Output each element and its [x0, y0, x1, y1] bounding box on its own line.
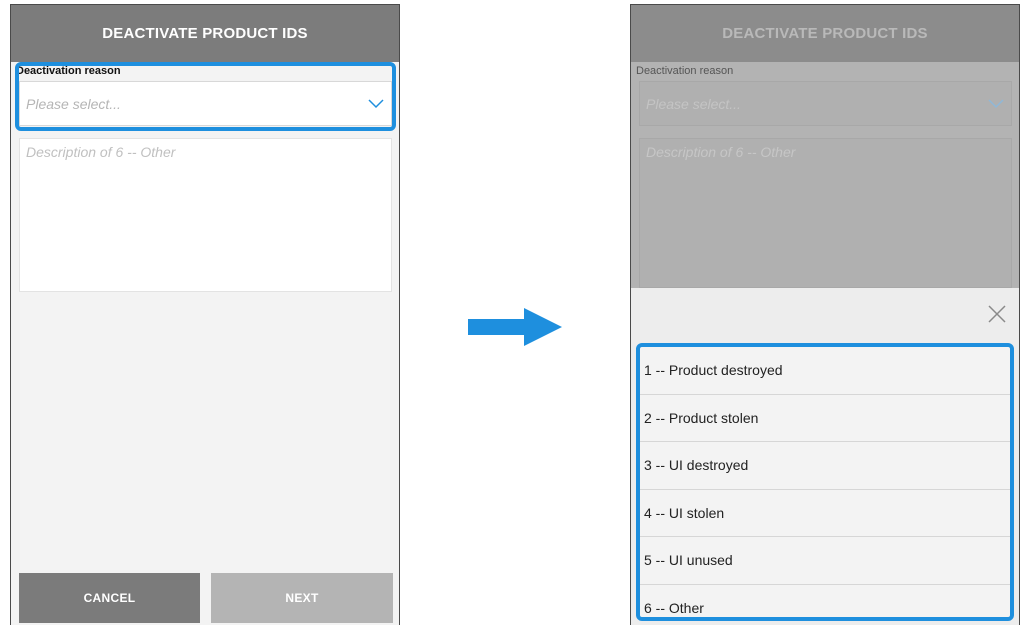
description-placeholder: Description of 6 -- Other [26, 144, 176, 160]
deactivation-reason-select-dimmed: Please select... [639, 81, 1012, 126]
page-title-dimmed: DEACTIVATE PRODUCT IDS [631, 5, 1019, 62]
deactivate-screen-before: DEACTIVATE PRODUCT IDS Deactivation reas… [10, 4, 400, 625]
chevron-down-icon [988, 99, 1004, 109]
close-icon[interactable] [987, 304, 1007, 324]
deactivation-reason-label-dimmed: Deactivation reason [636, 65, 734, 77]
reason-options-list: 1 -- Product destroyed 2 -- Product stol… [636, 343, 1014, 621]
select-highlight [15, 62, 396, 131]
dimmed-background[interactable]: DEACTIVATE PRODUCT IDS Deactivation reas… [631, 5, 1019, 288]
list-item[interactable]: 6 -- Other [640, 585, 1010, 618]
next-button[interactable]: NEXT [211, 573, 393, 623]
page-title: DEACTIVATE PRODUCT IDS [11, 5, 399, 62]
description-placeholder-dimmed: Description of 6 -- Other [646, 144, 796, 160]
list-item[interactable]: 1 -- Product destroyed [640, 347, 1010, 395]
select-placeholder-dimmed: Please select... [646, 95, 741, 112]
cancel-button[interactable]: CANCEL [19, 573, 200, 623]
arrow-right-icon [468, 308, 562, 346]
list-item[interactable]: 3 -- UI destroyed [640, 442, 1010, 490]
description-field-dimmed: Description of 6 -- Other [639, 138, 1012, 288]
list-item[interactable]: 2 -- Product stolen [640, 395, 1010, 442]
list-item[interactable]: 4 -- UI stolen [640, 490, 1010, 537]
deactivate-screen-after: DEACTIVATE PRODUCT IDS Deactivation reas… [630, 4, 1020, 625]
description-field[interactable]: Description of 6 -- Other [19, 138, 392, 292]
reason-picker-sheet: 1 -- Product destroyed 2 -- Product stol… [631, 288, 1019, 625]
list-item[interactable]: 5 -- UI unused [640, 537, 1010, 585]
